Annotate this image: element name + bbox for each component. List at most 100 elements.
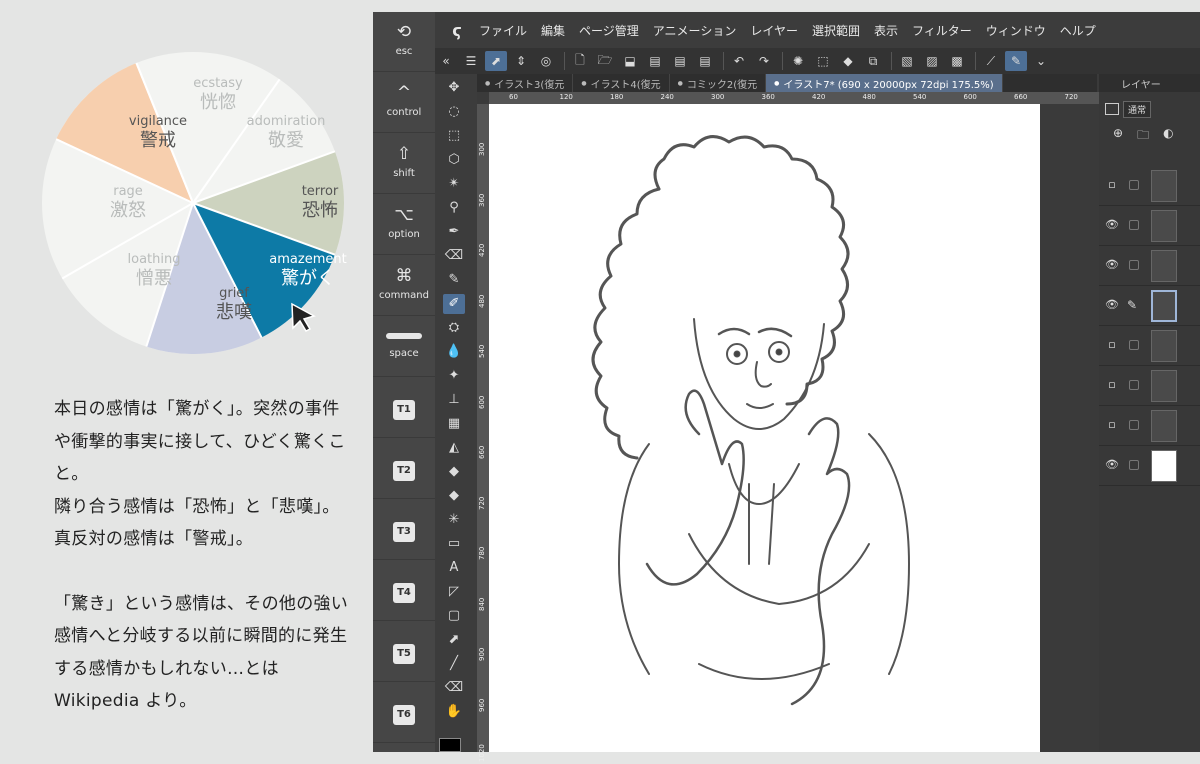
lasso-icon[interactable]: ◌	[443, 102, 465, 122]
clear-selection-icon[interactable]: ⬚	[812, 51, 834, 71]
app-logo-icon[interactable]: ϛ	[435, 21, 479, 40]
key-esc[interactable]: ⟲ esc	[373, 12, 435, 72]
eye-icon[interactable]: 👁	[1105, 218, 1119, 232]
layer-thumbnail[interactable]	[1151, 330, 1177, 362]
selection-icon[interactable]: ⬚	[443, 126, 465, 146]
hand-icon[interactable]: ✋	[443, 702, 465, 722]
auto-select-icon[interactable]: ✴	[443, 174, 465, 194]
eyedropper-icon[interactable]: ⚲	[443, 198, 465, 218]
fill-icon[interactable]: ◭	[443, 438, 465, 458]
menu-icon[interactable]: ☰	[460, 51, 482, 71]
layer-lock-checkbox[interactable]	[1129, 340, 1139, 350]
menu-item-0[interactable]: ファイル	[479, 22, 527, 39]
document-tab-2[interactable]: ● コミック2(復元	[670, 74, 767, 92]
document-tab-0[interactable]: ● イラスト3(復元	[477, 74, 574, 92]
canvas-area[interactable]	[489, 104, 1099, 752]
object-select-icon[interactable]: ⬡	[443, 150, 465, 170]
layer-lock-checkbox[interactable]	[1129, 420, 1139, 430]
layer-row[interactable]: 👁	[1099, 206, 1200, 246]
eye-icon[interactable]: 👁	[1105, 458, 1119, 472]
airbrush-icon[interactable]: ⛭	[443, 318, 465, 338]
pen-pressure-icon[interactable]: ⬈	[485, 51, 507, 71]
layer-row[interactable]: ▫	[1099, 406, 1200, 446]
blend-icon[interactable]: 💧	[443, 342, 465, 362]
selection-mode-3-icon[interactable]: ▩	[946, 51, 968, 71]
export-jpg-icon[interactable]: ▤	[644, 51, 666, 71]
square-icon[interactable]	[1105, 103, 1119, 115]
document-tab-1[interactable]: ● イラスト4(復元	[573, 74, 670, 92]
rectangle-icon[interactable]: ▢	[443, 606, 465, 626]
menu-item-1[interactable]: 編集	[541, 22, 565, 39]
layer-thumbnail[interactable]	[1151, 210, 1177, 242]
hidden-checkbox[interactable]: ▫	[1105, 178, 1119, 192]
key-command[interactable]: ⌘ command	[373, 256, 435, 316]
key-option[interactable]: ⌥ option	[373, 195, 435, 255]
ruler-snap-icon[interactable]: ⟋	[980, 51, 1002, 71]
stamp-icon[interactable]: ⊥	[443, 390, 465, 410]
fill-layer-icon[interactable]: ◐	[1163, 126, 1173, 147]
ruler-icon[interactable]: ◸	[443, 582, 465, 602]
key-t2[interactable]: T2	[373, 439, 435, 499]
key-control[interactable]: ^ control	[373, 73, 435, 133]
menu-item-3[interactable]: アニメーション	[653, 22, 737, 39]
export-png-icon[interactable]: ▤	[669, 51, 691, 71]
brush-icon[interactable]: ✐	[443, 294, 465, 314]
move-icon[interactable]: ✥	[443, 78, 465, 98]
color-fill-2-icon[interactable]: ◆	[443, 486, 465, 506]
layer-row[interactable]: ▫	[1099, 366, 1200, 406]
layer-thumbnail[interactable]	[1151, 370, 1177, 402]
selection-mode-icon[interactable]: ▧	[896, 51, 918, 71]
layer-row[interactable]: 👁 ✎	[1099, 286, 1200, 326]
new-layer-icon[interactable]: ⊕	[1113, 126, 1123, 147]
sparkle-icon[interactable]: ✳	[443, 510, 465, 530]
menu-item-9[interactable]: ヘルプ	[1060, 22, 1096, 39]
collapse-icon[interactable]: «	[435, 51, 457, 71]
menu-item-4[interactable]: レイヤー	[750, 22, 798, 39]
key-space[interactable]: space	[373, 317, 435, 377]
open-folder-icon[interactable]: 🗁	[594, 51, 616, 71]
blend-mode-select[interactable]: 通常	[1123, 100, 1152, 118]
layer-thumbnail[interactable]	[1151, 290, 1177, 322]
layer-row[interactable]: ▫	[1099, 166, 1200, 206]
key-t4[interactable]: T4	[373, 561, 435, 621]
key-t1[interactable]: T1	[373, 378, 435, 438]
key-t3[interactable]: T3	[373, 500, 435, 560]
eye-icon[interactable]: 👁	[1105, 298, 1119, 312]
layer-row[interactable]: 👁	[1099, 446, 1200, 486]
menu-item-7[interactable]: フィルター	[912, 22, 972, 39]
layer-thumbnail[interactable]	[1151, 170, 1177, 202]
line-icon[interactable]: ⬈	[443, 630, 465, 650]
menu-item-2[interactable]: ページ管理	[579, 22, 639, 39]
gradient-icon[interactable]: ▦	[443, 414, 465, 434]
spiral-icon[interactable]: ◎	[535, 51, 557, 71]
pen-icon[interactable]: ✒	[443, 222, 465, 242]
layer-lock-checkbox[interactable]	[1129, 260, 1139, 270]
loading-icon[interactable]: ✺	[787, 51, 809, 71]
key-t6[interactable]: T6	[373, 683, 435, 743]
layer-lock-checkbox[interactable]	[1129, 180, 1139, 190]
layer-thumbnail[interactable]	[1151, 450, 1177, 482]
menu-item-5[interactable]: 選択範囲	[812, 22, 860, 39]
export-psd-icon[interactable]: ▤	[694, 51, 716, 71]
layer-lock-checkbox[interactable]	[1129, 460, 1139, 470]
decoration-icon[interactable]: ✦	[443, 366, 465, 386]
fill-icon[interactable]: ◆	[837, 51, 859, 71]
layer-row[interactable]: 👁	[1099, 246, 1200, 286]
straight-line-icon[interactable]: ╱	[443, 654, 465, 674]
save-icon[interactable]: ⬓	[619, 51, 641, 71]
color-swatch[interactable]	[439, 738, 461, 752]
menu-item-6[interactable]: 表示	[874, 22, 898, 39]
text-icon[interactable]: A	[443, 558, 465, 578]
document-tab-3[interactable]: ● イラスト7* (690 x 20000px 72dpi 175.5%)	[766, 74, 1003, 92]
brush-snap-icon[interactable]: ✎	[1005, 51, 1027, 71]
stepper-icon[interactable]: ⇕	[510, 51, 532, 71]
layer-row[interactable]: ▫	[1099, 326, 1200, 366]
layer-thumbnail[interactable]	[1151, 410, 1177, 442]
eye-icon[interactable]: 👁	[1105, 258, 1119, 272]
layer-lock-checkbox[interactable]	[1129, 220, 1139, 230]
layer-lock-checkbox[interactable]	[1129, 380, 1139, 390]
hidden-checkbox[interactable]: ▫	[1105, 338, 1119, 352]
pencil-icon[interactable]: ✎	[443, 270, 465, 290]
folder-icon[interactable]: 🗀	[1137, 126, 1149, 147]
canvas-paper[interactable]	[489, 104, 1040, 752]
